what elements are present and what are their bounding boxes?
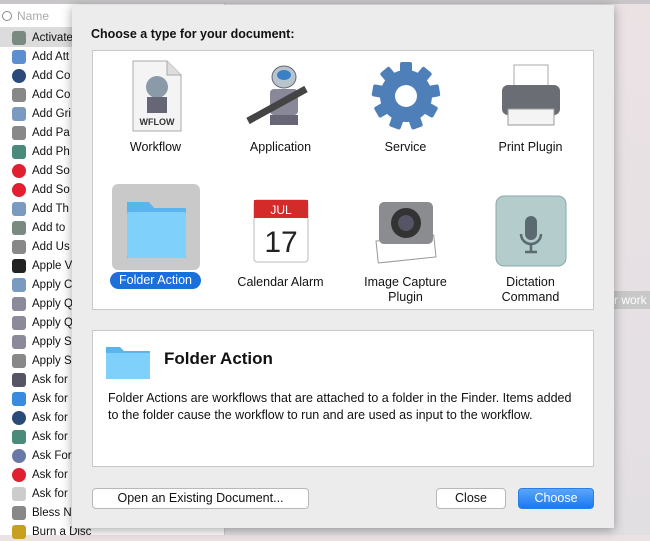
action-label: Apply S (32, 335, 72, 348)
itunes-icon (12, 182, 26, 197)
action-label: Add Co (32, 88, 71, 101)
action-label: Add Gri (32, 107, 71, 120)
svg-text:WFLOW: WFLOW (139, 117, 174, 127)
workflow-hint-text: r work (614, 291, 650, 309)
calendar-icon: JUL 17 (244, 194, 318, 268)
type-label: Service (384, 140, 427, 154)
itunes-icon (12, 163, 26, 178)
quicktime-icon (12, 410, 26, 425)
close-button[interactable]: Close (436, 488, 506, 509)
network-icon (12, 448, 26, 463)
itunes-icon (12, 467, 26, 482)
action-label: Add to (32, 221, 66, 234)
document-type-dialog: Choose a type for your document: WFLOW W… (72, 5, 614, 528)
action-label: Add Us (32, 240, 70, 253)
terminal-icon (12, 258, 26, 273)
preview-icon (12, 277, 26, 292)
type-application[interactable]: Application (218, 59, 343, 156)
microphone-icon (494, 194, 568, 268)
type-folder-action[interactable]: Folder Action (93, 184, 218, 289)
automator-robot-icon (244, 59, 318, 133)
type-label: Image Capture Plugin (364, 275, 447, 304)
preview-icon (12, 201, 26, 216)
svg-text:JUL: JUL (270, 203, 292, 217)
automator-icon (12, 87, 26, 102)
action-label: Ask for (32, 430, 68, 443)
automator-icon (12, 353, 26, 368)
type-calendar-alarm[interactable]: JUL 17 Calendar Alarm (218, 194, 343, 291)
action-label: Add Th (32, 202, 69, 215)
action-label: Add Ph (32, 145, 70, 158)
automator-robot-icon (12, 372, 26, 387)
mail-icon (12, 49, 26, 64)
type-label: Dictation Command (501, 275, 560, 304)
type-label: Workflow (129, 140, 182, 154)
finder-icon (12, 391, 26, 406)
automator-icon (12, 505, 26, 520)
x-tools-icon (12, 296, 26, 311)
type-label: Print Plugin (498, 140, 563, 154)
search-placeholder: Name (17, 8, 50, 23)
type-dictation-command[interactable]: Dictation Command (468, 194, 593, 306)
gear-icon (369, 59, 443, 133)
svg-text:17: 17 (264, 226, 297, 259)
automator-icon (12, 125, 26, 140)
type-service[interactable]: Service (343, 59, 468, 156)
action-label: Apply C (32, 278, 73, 291)
preview-icon (12, 106, 26, 121)
search-icon (2, 10, 12, 21)
description-text: Folder Actions are workflows that are at… (108, 391, 572, 422)
automator-icon (12, 239, 26, 254)
action-label: Add So (32, 164, 70, 177)
font-icon (12, 30, 26, 45)
type-label: Application (249, 140, 312, 154)
choose-button[interactable]: Choose (518, 488, 594, 509)
type-label: Folder Action (110, 272, 201, 289)
action-label: Apply Q (32, 297, 73, 310)
open-existing-document-button[interactable]: Open an Existing Document... (92, 488, 309, 509)
action-label: Add So (32, 183, 70, 196)
type-print-plugin[interactable]: Print Plugin (468, 59, 593, 156)
x-tools-icon (12, 334, 26, 349)
action-label: Add Att (32, 50, 70, 63)
type-label: Calendar Alarm (237, 275, 324, 289)
image-capture-icon (12, 144, 26, 159)
dialog-prompt: Choose a type for your document: (91, 27, 295, 41)
folder-icon (111, 184, 200, 270)
camera-icon (369, 194, 443, 268)
image-capture-icon (12, 429, 26, 444)
action-label: Activate (32, 31, 73, 44)
action-label: Add Co (32, 69, 71, 82)
description-title: Folder Action (164, 349, 273, 368)
action-label: Add Pa (32, 126, 70, 139)
action-label: Apply S (32, 354, 72, 367)
action-label: Ask For (32, 449, 72, 462)
x-tools-icon (12, 315, 26, 330)
description-panel: Folder Action Folder Actions are workflo… (92, 330, 594, 467)
folder-icon (106, 347, 150, 379)
action-label: Apply Q (32, 316, 73, 329)
type-image-capture-plugin[interactable]: Image Capture Plugin (343, 194, 468, 306)
action-label: Apple V (32, 259, 73, 272)
quicktime-icon (12, 68, 26, 83)
textedit-icon (12, 486, 26, 501)
document-type-grid: WFLOW Workflow Application Service Print… (92, 50, 594, 310)
action-label: Ask for (32, 373, 68, 386)
type-workflow[interactable]: WFLOW Workflow (93, 59, 218, 156)
action-label: Ask for (32, 411, 68, 424)
printer-icon (494, 59, 568, 133)
burn-icon (12, 524, 26, 539)
action-label: Bless N (32, 506, 72, 519)
workflow-document-icon: WFLOW (119, 59, 193, 133)
action-label: Ask for (32, 487, 68, 500)
action-label: Ask for (32, 468, 68, 481)
action-label: Ask for (32, 392, 68, 405)
font-icon (12, 220, 26, 235)
